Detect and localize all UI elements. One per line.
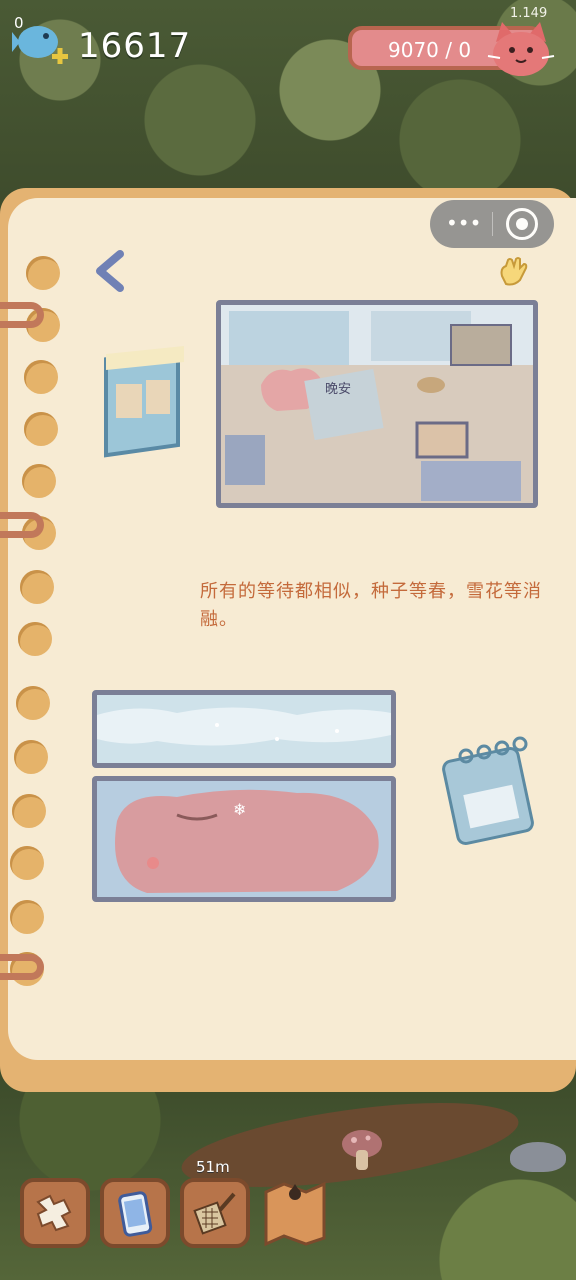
snowy-sky-illustration: [97, 695, 391, 763]
cat-head-icon[interactable]: [486, 20, 556, 78]
binder-hole: [12, 794, 46, 828]
more-menu-icon[interactable]: •••: [446, 212, 481, 236]
stamina-value: 9070 / 0: [388, 38, 472, 62]
hand-wave-icon[interactable]: [496, 256, 530, 288]
fish-currency-icon[interactable]: [12, 18, 70, 70]
coin-count: 16617: [78, 26, 192, 66]
story-paragraph: 所有的等待都相似，种子等春，雪花等消融。: [200, 581, 542, 630]
calendar-sticker-icon: [442, 736, 534, 845]
sleeping-cat-illustration: ❄: [97, 781, 391, 897]
back-arrow-icon[interactable]: [90, 248, 128, 294]
version-label: 1.149: [510, 6, 548, 21]
desk-scene-illustration: 晚安: [221, 305, 533, 503]
binder-hole: [18, 622, 52, 656]
phone-icon: [118, 1191, 153, 1237]
sieve-icon: [193, 1192, 236, 1235]
binder-hole: [14, 740, 48, 774]
binder-ring: [0, 954, 44, 980]
story-picture-sky: [92, 690, 396, 768]
puzzle-button[interactable]: [20, 1178, 90, 1248]
svg-text:❄: ❄: [233, 800, 246, 819]
sieve-button[interactable]: [180, 1178, 250, 1248]
mini-program-capsule: •••: [430, 200, 554, 248]
phone-button[interactable]: [100, 1178, 170, 1248]
puzzle-icon: [36, 1194, 72, 1232]
capsule-divider: [492, 212, 493, 236]
story-picture-desk: 晚安: [216, 300, 538, 508]
story-picture-cat-sleeping: ❄: [92, 776, 396, 902]
binder-ring: [0, 302, 44, 328]
binder-hole: [10, 900, 44, 934]
map-button[interactable]: [260, 1178, 330, 1248]
binder-hole: [24, 412, 58, 446]
mushroom-icon: [342, 1130, 382, 1170]
binder-hole: [24, 360, 58, 394]
binder-hole: [26, 256, 60, 290]
binder-hole: [20, 570, 54, 604]
binder-hole: [10, 846, 44, 880]
rock: [510, 1142, 566, 1172]
binder-hole: [22, 464, 56, 498]
binder-hole: [16, 686, 50, 720]
distance-label: 51m: [196, 1158, 230, 1176]
binder-ring: [0, 512, 44, 538]
window-sticker-icon: [104, 346, 184, 458]
close-mini-program-icon[interactable]: [506, 208, 538, 240]
map-icon: [264, 1181, 326, 1247]
letter-sign: 晚安: [325, 382, 351, 397]
story-next-line: [90, 974, 420, 984]
